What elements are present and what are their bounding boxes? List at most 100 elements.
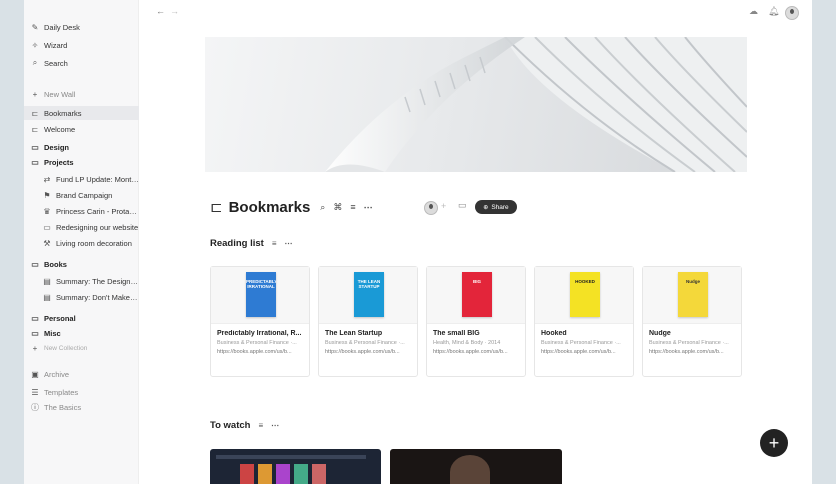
card-url[interactable]: https://books.apple.com/us/b... (649, 349, 737, 355)
forward-arrow-icon[interactable]: → (170, 6, 179, 16)
folder-icon: ▭ (31, 157, 39, 167)
bookmark-card[interactable]: THE LEAN STARTUP The Lean Startup Business… (318, 266, 418, 377)
sidebar-item[interactable]: ✧ Wizard (24, 38, 139, 52)
pen-icon: ✎ (31, 22, 39, 32)
book-cover-title: PREDICTABLY IRRATIONAL (246, 279, 276, 289)
video-card[interactable] (210, 449, 381, 484)
book-cover: THE LEAN STARTUP (354, 272, 384, 317)
bookmark-icon: ⊏ (31, 108, 39, 118)
card-url[interactable]: https://books.apple.com/us/b... (541, 349, 629, 355)
page-icon: ⊏ (31, 124, 39, 134)
card-thumbnail: HOOKED (535, 267, 633, 324)
folder-icon: ▭ (31, 142, 39, 152)
sidebar-item[interactable]: ▭ Books (24, 257, 139, 271)
sidebar-item[interactable]: ▭ Personal (24, 311, 139, 325)
filter-icon[interactable]: ≡ (272, 239, 277, 248)
card-url[interactable]: https://books.apple.com/us/b... (217, 349, 305, 355)
chart-icon: ⇄ (43, 174, 51, 184)
more-icon[interactable]: ⋯ (271, 421, 279, 430)
sidebar-item[interactable]: ⌕ Search (24, 56, 139, 70)
more-icon[interactable]: ⋯ (285, 239, 293, 248)
share-icon: ⊕ (483, 204, 489, 211)
card-url[interactable]: https://books.apple.com/us/b... (325, 349, 413, 355)
to-watch-title: To watch (210, 420, 251, 431)
sidebar-item[interactable]: ☰ Templates (24, 385, 139, 399)
sidebar-item-label: The Basics (44, 402, 82, 412)
sidebar-item[interactable]: ▤ Summary: The Design o... (24, 274, 139, 288)
search-icon[interactable]: ⌕ (320, 202, 325, 213)
sidebar-item[interactable]: + New Collection (24, 341, 139, 355)
flag-icon: ⚑ (43, 190, 51, 200)
hammer-icon: ⚒ (43, 238, 51, 248)
sidebar-item[interactable]: ▭ Design (24, 140, 139, 154)
sidebar-item[interactable]: ▭ Projects (24, 155, 139, 169)
add-button[interactable]: + (760, 429, 788, 457)
cloud-icon[interactable]: ☁ (749, 6, 758, 17)
sidebar-item[interactable]: ⚒ Living room decoration (24, 236, 139, 250)
share-button[interactable]: ⊕ Share (475, 200, 517, 214)
book-cover-title: BIG (472, 279, 481, 284)
bookmark-card[interactable]: Nudge Nudge Business & Personal Finance ·.… (642, 266, 742, 377)
templates-icon: ☰ (31, 387, 39, 397)
sidebar-item[interactable]: ✎ Daily Desk (24, 20, 139, 34)
sidebar-item[interactable]: ⊏ Welcome (24, 122, 139, 136)
sidebar-item-label: Books (44, 259, 67, 269)
video-thumbnail-tile (258, 464, 272, 484)
sidebar-item[interactable]: + New Wall (24, 87, 139, 101)
card-title: The small BIG (433, 330, 480, 337)
comment-icon[interactable]: ▭ (458, 200, 467, 211)
sidebar-item[interactable]: ♛ Princess Carin - Protago... (24, 204, 139, 218)
card-category: Business & Personal Finance ·... (541, 340, 621, 346)
sidebar-item-label: Summary: The Design o... (56, 276, 139, 286)
browser-icon: ▭ (43, 222, 51, 232)
document-icon: ▤ (43, 276, 51, 286)
sidebar-item-label: Brand Campaign (56, 190, 113, 200)
more-icon[interactable]: ⋯ (364, 202, 373, 213)
add-member-icon[interactable]: + (441, 201, 446, 211)
share-label: Share (491, 203, 509, 211)
back-arrow-icon[interactable]: ← (156, 6, 165, 16)
sidebar: ✎ Daily Desk ✧ Wizard ⌕ Search + New Wall ⊏ Bookm… (24, 0, 139, 484)
document-icon: ▤ (43, 292, 51, 302)
video-card[interactable] (390, 449, 562, 484)
sidebar-item[interactable]: ⚑ Brand Campaign (24, 188, 139, 202)
bell-icon[interactable]: 🔔︎ (768, 6, 779, 17)
bookmark-card[interactable]: BIG The small BIG Health, Mind & Body · 20… (426, 266, 526, 377)
sidebar-item[interactable]: ▣ Archive (24, 367, 139, 381)
sidebar-item[interactable]: ⇄ Fund LP Update: Month ... (24, 172, 139, 186)
to-watch-header: To watch ≡ ⋯ (210, 420, 279, 431)
sidebar-item-label: Projects (44, 157, 74, 167)
page-header: ⊏ Bookmarks ⌕ ⌘ ≡ ⋯ (210, 195, 373, 219)
bookmark-icon: ⊏ (210, 199, 223, 216)
card-title: The Lean Startup (325, 330, 383, 337)
sidebar-item-label: Living room decoration (56, 238, 132, 248)
bookmark-card[interactable]: HOOKED Hooked Business & Personal Finance … (534, 266, 634, 377)
card-title: Hooked (541, 330, 567, 337)
sidebar-item-label: Personal (44, 313, 76, 323)
sidebar-item[interactable]: ▭ Misc (24, 326, 139, 340)
card-thumbnail: Nudge (643, 267, 741, 324)
user-avatar[interactable] (785, 6, 799, 20)
bookmark-card[interactable]: PREDICTABLY IRRATIONAL Predictably Irrati… (210, 266, 310, 377)
hierarchy-icon[interactable]: ⌘ (333, 202, 342, 213)
sidebar-item[interactable]: ⊏ Bookmarks (24, 106, 139, 120)
card-category: Business & Personal Finance ·... (649, 340, 729, 346)
sidebar-item-label: Misc (44, 328, 61, 338)
info-icon: ⓘ (31, 402, 39, 412)
member-avatar[interactable] (424, 201, 438, 215)
sidebar-item[interactable]: ⓘ The Basics (24, 400, 139, 414)
sidebar-item-label: Design (44, 142, 70, 152)
sidebar-item-label: Templates (44, 387, 79, 397)
sidebar-item[interactable]: ▭ Redesigning our website (24, 220, 139, 234)
wand-icon: ✧ (31, 40, 39, 50)
sidebar-item-label: Fund LP Update: Month ... (56, 174, 139, 184)
video-thumbnail-tile (276, 464, 290, 484)
filter-icon[interactable]: ≡ (258, 421, 263, 430)
search-icon: ⌕ (32, 58, 38, 67)
book-cover-title: Nudge (686, 279, 700, 284)
book-cover: PREDICTABLY IRRATIONAL (246, 272, 276, 317)
sidebar-item[interactable]: ▤ Summary: Don't Make M... (24, 290, 139, 304)
video-thumbnail-tile (240, 464, 254, 484)
card-url[interactable]: https://books.apple.com/us/b... (433, 349, 521, 355)
filter-icon[interactable]: ≡ (350, 202, 355, 212)
